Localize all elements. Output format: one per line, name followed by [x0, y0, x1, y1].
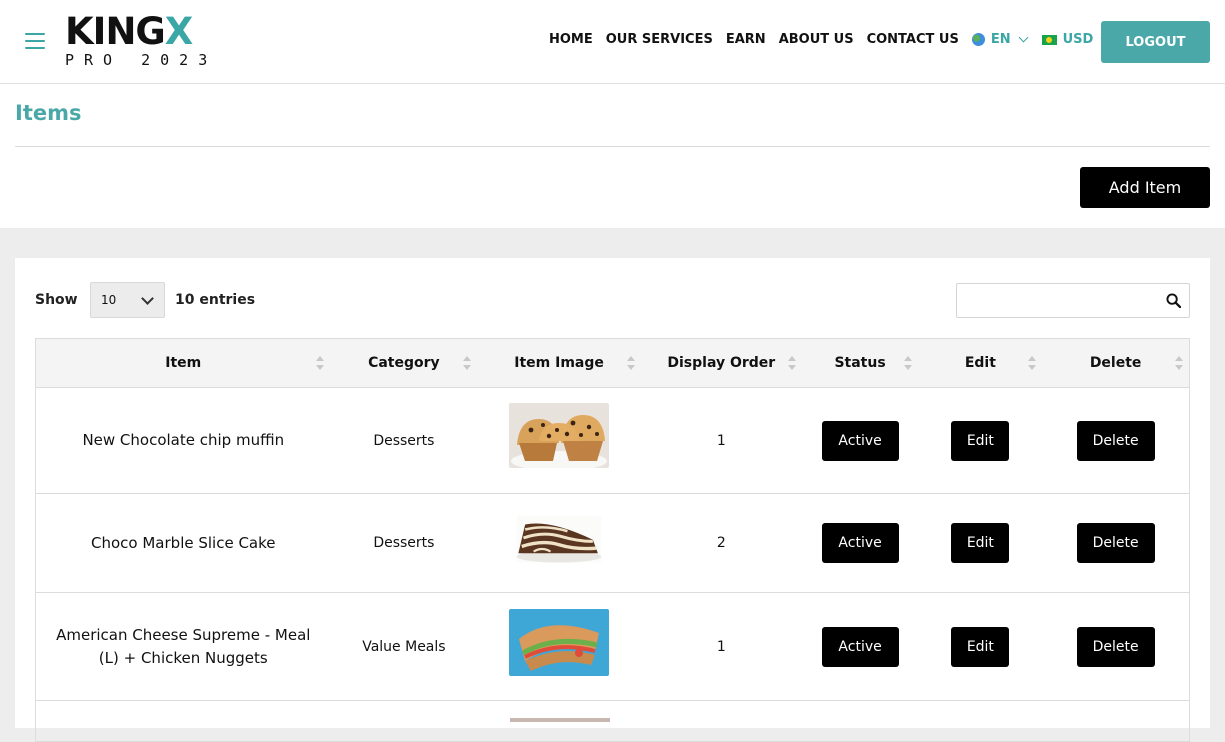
column-header-item-image[interactable]: Item Image — [477, 339, 641, 387]
flag-icon — [1041, 34, 1057, 45]
search-icon[interactable] — [1166, 293, 1181, 308]
nav-about-us[interactable]: ABOUT US — [779, 32, 854, 47]
logo-text: KING — [65, 10, 166, 53]
item-image-cell — [477, 388, 641, 493]
item-category: Value Meals — [362, 638, 446, 655]
marble-cake-image — [516, 515, 602, 563]
chevron-down-icon — [141, 292, 154, 305]
delete-cell: Delete — [1042, 593, 1189, 700]
sort-icon[interactable] — [1175, 356, 1183, 370]
column-header-display-order[interactable]: Display Order — [641, 339, 802, 387]
item-name — [36, 701, 331, 741]
sandwich-image — [509, 609, 610, 676]
page-title: Items — [15, 101, 82, 125]
sort-icon[interactable] — [904, 356, 913, 370]
table-header-row: Item Category Item Image Display Order S… — [36, 339, 1189, 388]
title-section: Items Add Item — [0, 84, 1225, 228]
column-label: Display Order — [667, 355, 776, 371]
sort-icon[interactable] — [787, 356, 796, 370]
page-length-select[interactable]: 10 — [90, 282, 165, 318]
nav-home[interactable]: HOME — [549, 32, 593, 47]
hamburger-menu-icon[interactable] — [25, 33, 45, 49]
delete-button[interactable]: Delete — [1076, 420, 1155, 461]
sort-icon[interactable] — [316, 356, 325, 370]
delete-button[interactable]: Delete — [1076, 626, 1155, 667]
column-label: Status — [834, 355, 886, 371]
table-row: Choco Marble Slice Cake Desserts 2 Activ… — [36, 494, 1189, 593]
item-category: Desserts — [373, 535, 435, 551]
delete-cell: Delete — [1042, 494, 1189, 592]
item-image-cell — [478, 701, 642, 741]
language-value: EN — [990, 32, 1011, 47]
column-header-status[interactable]: Status — [802, 339, 919, 387]
muffin-image — [509, 403, 610, 468]
item-name: Choco Marble Slice Cake — [91, 533, 276, 552]
column-label: Edit — [964, 355, 996, 371]
language-selector[interactable]: EN — [971, 32, 1029, 47]
status-active-button[interactable]: Active — [821, 626, 899, 667]
item-display-order: 1 — [716, 432, 726, 449]
add-item-button[interactable]: Add Item — [1080, 167, 1210, 208]
nav-contact-us[interactable]: CONTACT US — [867, 32, 959, 47]
sort-icon[interactable] — [463, 356, 472, 370]
item-name: American Cheese Supreme - Meal (L) + Chi… — [56, 625, 311, 667]
sort-icon[interactable] — [626, 356, 635, 370]
entries-label: 10 entries — [175, 292, 256, 308]
edit-button[interactable]: Edit — [951, 523, 1010, 563]
sort-icon[interactable] — [1028, 356, 1037, 370]
delete-button[interactable]: Delete — [1076, 523, 1155, 563]
nav-our-services[interactable]: OUR SERVICES — [606, 32, 713, 47]
column-label: Delete — [1089, 355, 1142, 371]
table-row — [36, 701, 1189, 741]
column-header-item[interactable]: Item — [36, 339, 330, 387]
item-name: New Chocolate chip muffin — [82, 431, 285, 449]
table-row: American Cheese Supreme - Meal (L) + Chi… — [36, 593, 1189, 701]
column-label: Category — [368, 355, 440, 371]
nav-earn[interactable]: EARN — [726, 32, 766, 47]
logout-button[interactable]: LOGOUT — [1101, 21, 1210, 63]
status-cell: Active — [802, 494, 919, 592]
table-search — [956, 283, 1190, 318]
column-header-category[interactable]: Category — [330, 339, 477, 387]
column-header-edit[interactable]: Edit — [918, 339, 1042, 387]
item-display-order: 1 — [716, 638, 726, 655]
edit-cell: Edit — [918, 388, 1042, 493]
table-row: New Chocolate chip muffin Desserts 1 Act… — [36, 388, 1189, 494]
main-nav: HOME OUR SERVICES EARN ABOUT US CONTACT … — [549, 32, 1124, 47]
edit-cell: Edit — [918, 593, 1042, 700]
currency-selector[interactable]: USD — [1041, 32, 1111, 47]
logo-subtitle: PRO 2023 — [65, 51, 218, 69]
column-label: Item — [165, 355, 202, 371]
item-category — [331, 701, 478, 741]
edit-button[interactable]: Edit — [951, 420, 1010, 461]
item-image — [510, 718, 610, 722]
kingx-logo[interactable]: KINGX PRO 2023 — [65, 13, 218, 69]
column-header-delete[interactable]: Delete — [1042, 339, 1189, 387]
chevron-down-icon — [1018, 32, 1029, 43]
status-cell: Active — [802, 388, 919, 493]
column-label: Item Image — [514, 355, 604, 371]
show-label: Show — [35, 292, 78, 308]
top-header: KINGX PRO 2023 HOME OUR SERVICES EARN AB… — [0, 0, 1225, 84]
items-table: Item Category Item Image Display Order S… — [35, 338, 1190, 742]
item-image-cell — [477, 593, 641, 700]
currency-value: USD — [1062, 32, 1094, 47]
items-table-card: Show 10 10 entries Item Category Item Im… — [15, 258, 1210, 742]
status-active-button[interactable]: Active — [821, 420, 899, 461]
delete-cell: Delete — [1042, 388, 1189, 493]
edit-cell: Edit — [918, 494, 1042, 592]
divider — [15, 146, 1210, 147]
status-cell: Active — [802, 593, 919, 700]
page-length-value: 10 — [101, 293, 117, 307]
item-display-order: 2 — [716, 535, 726, 551]
logo-x: X — [164, 10, 194, 53]
item-image-cell — [477, 494, 641, 592]
search-input[interactable] — [957, 284, 1157, 317]
item-category: Desserts — [373, 432, 435, 449]
edit-button[interactable]: Edit — [951, 626, 1010, 667]
globe-icon — [971, 33, 985, 46]
status-active-button[interactable]: Active — [821, 523, 899, 563]
